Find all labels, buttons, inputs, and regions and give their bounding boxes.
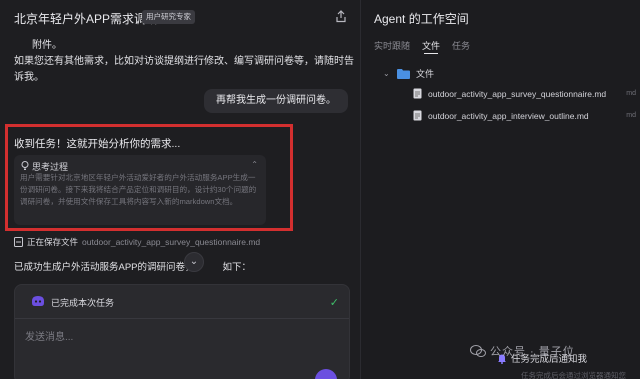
thinking-card[interactable]: 思考过程 ⌃ 用户需要针对北京地区年轻户外活动爱好者的户外活动服务APP生成一份… [14, 155, 266, 225]
chevron-up-icon[interactable]: ⌃ [251, 160, 258, 169]
file-name: outdoor_activity_app_interview_outline.m… [428, 110, 589, 121]
file-type-tag: md [626, 112, 636, 119]
user-message-bubble: 再帮我生成一份调研问卷。 [204, 89, 348, 113]
notify-subtext: 任务完成后会通过浏览器通知您 [521, 371, 626, 379]
composer: 已完成本次任务 ✓ [14, 284, 350, 379]
role-badge: 用户研究专家 [142, 10, 195, 24]
workspace-tabs: 实时跟随 文件 任务 [374, 39, 470, 52]
saving-file-indicator: 正在保存文件 outdoor_activity_app_survey_quest… [14, 234, 260, 249]
scroll-down-button[interactable]: ⌄ [184, 252, 204, 272]
assistant-message: 如果您还有其他需求，比如对访谈提纲进行修改、编写调研问卷等，请随时告诉我。 [14, 56, 354, 83]
active-tab-indicator [424, 53, 438, 54]
watermark: 公众号 · 量子位 [470, 343, 575, 359]
saving-filename: outdoor_activity_app_survey_questionnair… [82, 236, 261, 247]
attachment-text: 附件。 [32, 40, 62, 51]
chevron-down-icon[interactable]: ⌄ [383, 69, 391, 78]
file-icon [413, 88, 422, 99]
watermark-text: 公众号 · 量子位 [490, 346, 575, 358]
file-item[interactable]: outdoor_activity_app_survey_questionnair… [413, 88, 606, 99]
tab-live-follow[interactable]: 实时跟随 [374, 39, 410, 52]
file-icon [413, 110, 422, 121]
task-status-row: 已完成本次任务 ✓ [15, 285, 349, 319]
file-name: outdoor_activity_app_survey_questionnair… [428, 88, 607, 99]
chat-header: 北京年轻户外APP需求调研 用户研究专家 [0, 0, 360, 36]
success-text: 已成功生成户外活动服务APP的调研问卷， [14, 262, 195, 273]
tab-tasks[interactable]: 任务 [452, 39, 470, 52]
received-text: 收到任务！这就开始分析你的需求... [14, 138, 181, 150]
workspace-pane: Agent 的工作空间 实时跟随 文件 任务 ⌄ 文件 outdoor_acti… [361, 0, 640, 379]
chat-pane: 北京年轻户外APP需求调研 用户研究专家 附件。 如果您还有其他需求，比如对访谈… [0, 0, 360, 379]
success-text-tail: 如下： [222, 262, 252, 273]
file-save-icon [14, 236, 23, 247]
tab-files[interactable]: 文件 [422, 39, 440, 52]
folder-row[interactable]: ⌄ 文件 [383, 67, 434, 80]
file-item[interactable]: outdoor_activity_app_interview_outline.m… [413, 110, 589, 121]
workspace-title: Agent 的工作空间 [374, 12, 469, 26]
wechat-icon [470, 345, 486, 357]
folder-icon [397, 68, 410, 79]
lightbulb-icon [21, 161, 29, 170]
send-button[interactable] [315, 369, 337, 379]
thinking-body: 用户需要针对北京地区年轻户外活动爱好者的户外活动服务APP生成一份调研问卷。接下… [20, 173, 257, 206]
task-status-label: 已完成本次任务 [51, 298, 115, 308]
check-icon: ✓ [329, 297, 339, 309]
success-message: 已成功生成户外活动服务APP的调研问卷， 如下： [14, 259, 251, 273]
message-input[interactable] [25, 327, 325, 347]
page-title: 北京年轻户外APP需求调研 [14, 12, 159, 26]
robot-icon [32, 296, 44, 306]
saving-label: 正在保存文件 [27, 236, 79, 247]
share-icon[interactable] [335, 10, 347, 23]
folder-label: 文件 [416, 69, 435, 79]
file-type-tag: md [626, 90, 636, 97]
